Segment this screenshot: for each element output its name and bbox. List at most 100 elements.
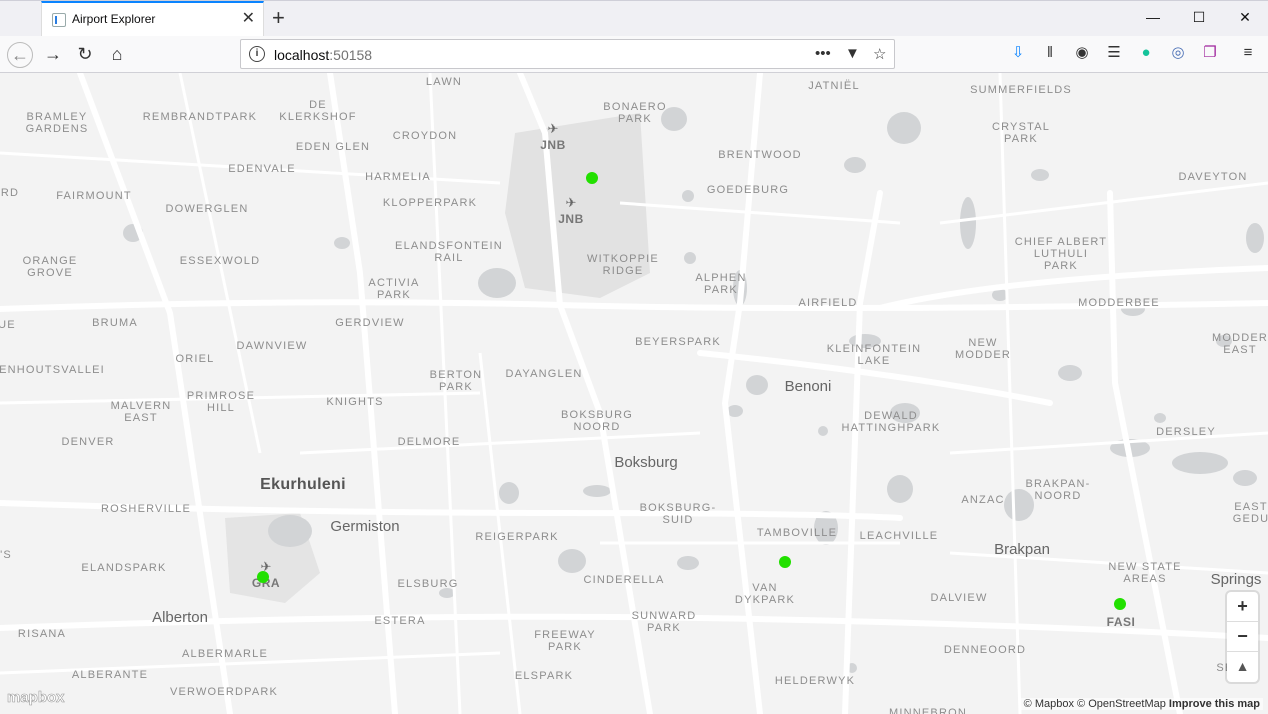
neighborhood-label: BOKSBURG NOORD xyxy=(561,409,633,433)
neighborhood-label: ROSHERVILLE xyxy=(100,503,192,515)
zoom-in-button[interactable]: + xyxy=(1227,592,1258,622)
neighborhood-label: DENVER xyxy=(61,436,115,448)
airport-label: FASI xyxy=(1106,615,1136,629)
neighborhood-label: DAWNVIEW xyxy=(236,340,308,352)
close-tab-icon[interactable]: ✕ xyxy=(242,10,255,28)
nav-bar: ← → ↻ ⌂ i localhost:50158 ••• ▼ ☆ ⇩ ‖ ◉ … xyxy=(0,36,1268,73)
map-navigation-control: + − ▲ xyxy=(1227,592,1258,682)
city-label: Springs xyxy=(1210,571,1262,588)
neighborhood-label: DEWALD HATTINGHPARK xyxy=(841,410,941,434)
gra-marker[interactable] xyxy=(257,571,269,583)
neighborhood-label: DE KLERKSHOF xyxy=(279,99,357,123)
neighborhood-label: ACTIVIA PARK xyxy=(368,277,420,301)
neighborhood-label: LAWN xyxy=(425,76,463,88)
neighborhood-label: JATNIËL xyxy=(808,80,860,92)
city-label: Boksburg xyxy=(614,454,678,471)
extension-icon[interactable]: ◉ xyxy=(1072,43,1092,63)
forward-button[interactable]: → xyxy=(40,42,66,68)
reload-button[interactable]: ↻ xyxy=(72,42,98,68)
menu-icon[interactable]: ≡ xyxy=(1238,43,1258,63)
page-actions-icon[interactable]: ••• xyxy=(815,45,831,62)
tamboville-marker[interactable] xyxy=(779,556,791,568)
back-button[interactable]: ← xyxy=(7,42,33,68)
url-text[interactable]: localhost:50158 xyxy=(274,47,372,63)
neighborhood-label: SUMMERFIELDS xyxy=(970,84,1072,96)
improve-map-link[interactable]: Improve this map xyxy=(1169,698,1260,710)
neighborhood-label: CROYDON xyxy=(392,130,458,142)
home-button[interactable]: ⌂ xyxy=(104,42,130,68)
neighborhood-label: KLOPPERPARK xyxy=(382,197,478,209)
fasi-marker[interactable] xyxy=(1114,598,1126,610)
download-icon[interactable]: ⇩ xyxy=(1008,43,1028,63)
window-close-button[interactable]: ✕ xyxy=(1235,9,1255,26)
neighborhood-label: GERDVIEW xyxy=(335,317,405,329)
neighborhood-label: DELMORE xyxy=(397,436,461,448)
pocket-icon[interactable]: ▼ xyxy=(845,45,860,62)
neighborhood-label: MALVERN EAST xyxy=(110,400,172,424)
neighborhood-label: ELSBURG xyxy=(397,578,459,590)
site-info-icon[interactable]: i xyxy=(249,46,265,62)
grammarly-icon[interactable]: ● xyxy=(1136,43,1156,63)
new-tab-button[interactable]: + xyxy=(272,5,285,31)
neighborhood-label: ALBERANTE xyxy=(71,669,149,681)
neighborhood-label: KLEINFONTEIN LAKE xyxy=(826,343,922,367)
airplane-icon: ✈ xyxy=(565,195,577,210)
neighborhood-label: DERSLEY xyxy=(1156,426,1216,438)
neighborhood-label: RD xyxy=(0,187,20,199)
neighborhood-label: BRAKPAN- NOORD xyxy=(1025,478,1091,502)
zoom-out-button[interactable]: − xyxy=(1227,622,1258,652)
neighborhood-label: BERTON PARK xyxy=(429,369,483,393)
container-icon[interactable]: ❐ xyxy=(1200,43,1220,63)
neighborhood-label: PRIMROSE HILL xyxy=(186,390,256,414)
neighborhood-label: ELSPARK xyxy=(514,670,574,682)
mapbox-logo[interactable]: mapbox xyxy=(7,689,65,707)
neighborhood-label: UE xyxy=(0,319,16,331)
neighborhood-label: AIRFIELD xyxy=(798,297,858,309)
neighborhood-label: ALPHEN PARK xyxy=(695,272,747,296)
neighborhood-label: SUNWARD PARK xyxy=(631,610,697,634)
map-attribution: © Mapbox © OpenStreetMap Improve this ma… xyxy=(1020,698,1263,710)
library-icon[interactable]: ‖ xyxy=(1040,43,1060,63)
neighborhood-label: MODDER EAST xyxy=(1211,332,1268,356)
neighborhood-label: ELANDSPARK xyxy=(81,562,167,574)
tab-airport-explorer[interactable]: Airport Explorer ✕ xyxy=(41,1,264,37)
neighborhood-label: ENHOUTSVALLEI xyxy=(0,364,105,376)
neighborhood-label: BRAMLEY GARDENS xyxy=(25,111,89,135)
neighborhood-label: BEYERSPARK xyxy=(635,336,721,348)
neighborhood-label: TAMBOVILLE xyxy=(756,527,838,539)
airplane-icon: ✈ xyxy=(547,121,559,136)
attribution-osm-link[interactable]: © OpenStreetMap xyxy=(1077,698,1166,710)
neighborhood-label: BRUMA xyxy=(92,317,138,329)
neighborhood-label: KNIGHTS xyxy=(326,396,384,408)
map-canvas[interactable]: LAWN JATNIËL SUMMERFIELDS BRAMLEY GARDENS RE… xyxy=(0,73,1268,714)
neighborhood-label: ESTERA xyxy=(374,615,426,627)
minimize-button[interactable]: — xyxy=(1143,9,1163,25)
city-label: Ekurhuleni xyxy=(260,476,346,493)
layers-icon[interactable]: ☰ xyxy=(1104,43,1124,63)
compass-button[interactable]: ▲ xyxy=(1227,652,1258,682)
globe-icon[interactable]: ◎ xyxy=(1168,43,1188,63)
neighborhood-label: HELDERWYK xyxy=(774,675,856,687)
tab-title: Airport Explorer xyxy=(72,12,156,26)
neighborhood-label: VERWOERDPARK xyxy=(169,686,279,698)
neighborhood-label: LEACHVILLE xyxy=(859,530,939,542)
neighborhood-label: ANZAC xyxy=(961,494,1005,506)
attribution-mapbox-link[interactable]: © Mapbox xyxy=(1024,698,1074,710)
neighborhood-label: GOEDEBURG xyxy=(706,184,790,196)
tab-bar: Airport Explorer ✕ + — ☐ ✕ xyxy=(0,0,1268,37)
neighborhood-label: WITKOPPIE RIDGE xyxy=(587,253,659,277)
neighborhood-label: CHIEF ALBERT LUTHULI PARK xyxy=(1014,236,1108,272)
airport-label: JNB xyxy=(558,212,584,226)
city-label: Alberton xyxy=(152,609,208,626)
neighborhood-label: BRENTWOOD xyxy=(718,149,802,161)
neighborhood-label: FAIRMOUNT xyxy=(56,190,132,202)
neighborhood-label: DENNEOORD xyxy=(943,644,1027,656)
neighborhood-label: ORIEL xyxy=(175,353,215,365)
neighborhood-label: RISANA xyxy=(17,628,67,640)
neighborhood-label: VAN DYKPARK xyxy=(734,582,796,606)
maximize-button[interactable]: ☐ xyxy=(1189,9,1209,26)
url-bar[interactable]: i localhost:50158 ••• ▼ ☆ xyxy=(240,39,895,69)
neighborhood-label: ELANDSFONTEIN RAIL xyxy=(395,240,503,264)
jnb-marker[interactable] xyxy=(586,172,598,184)
bookmark-star-icon[interactable]: ☆ xyxy=(873,45,886,63)
